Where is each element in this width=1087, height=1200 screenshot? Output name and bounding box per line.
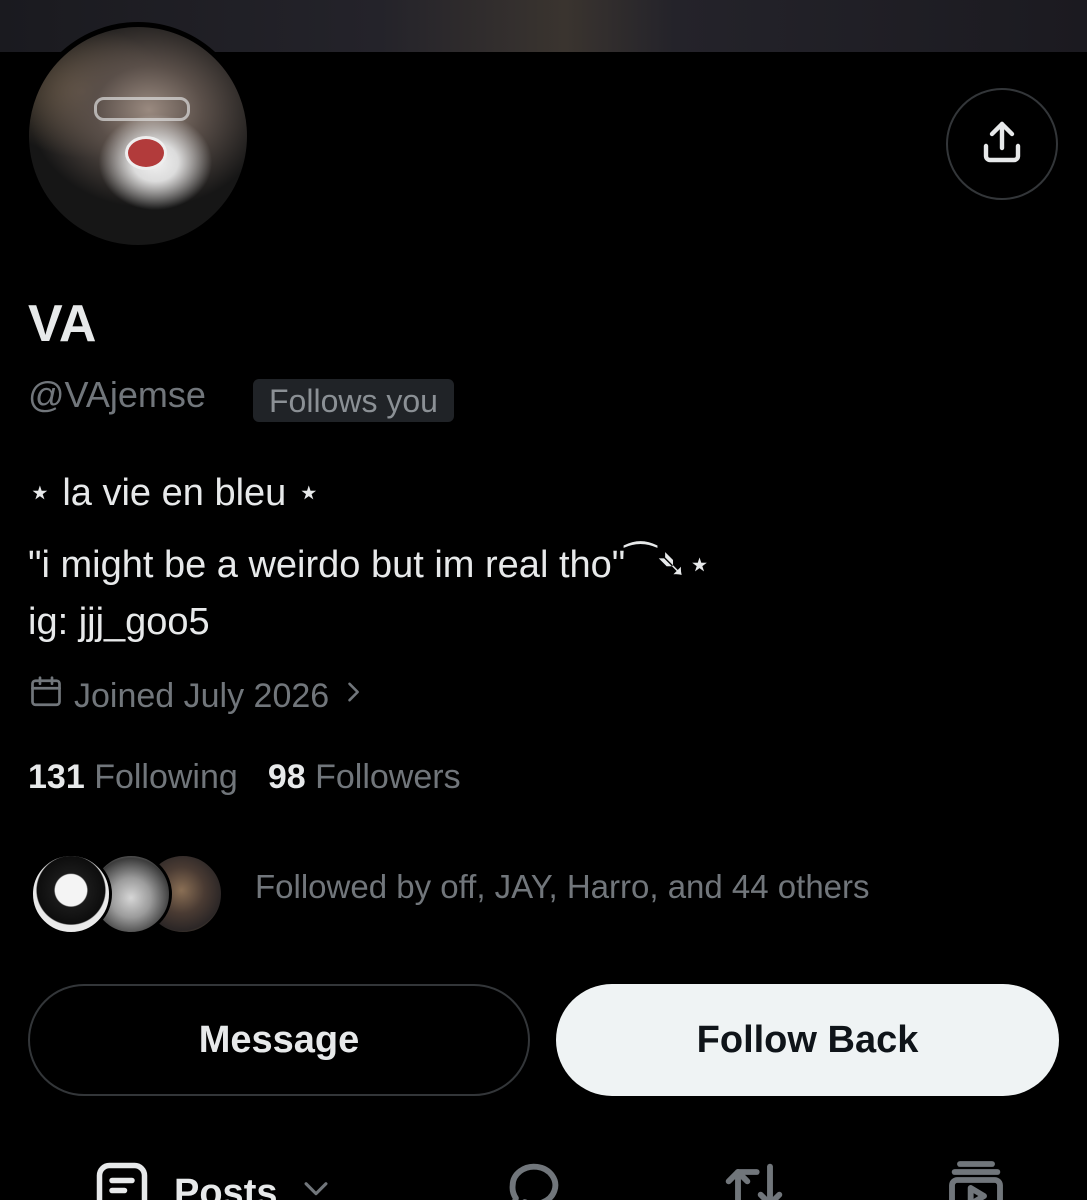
following-link[interactable]: 131 Following <box>28 758 238 797</box>
following-label: Following <box>94 758 238 796</box>
followers-link[interactable]: 98 Followers <box>268 758 461 797</box>
chevron-down-icon <box>299 1171 333 1200</box>
replies-icon[interactable] <box>502 1156 566 1200</box>
share-button[interactable] <box>946 88 1058 200</box>
follow-stats: 131 Following 98 Followers <box>28 758 461 797</box>
bio-line-3: ig: jjj_goo5 <box>28 601 210 643</box>
follower-avatar-off[interactable] <box>30 853 112 935</box>
media-icon[interactable] <box>944 1156 1008 1200</box>
followed-by-text[interactable]: Followed by off, JAY, Harro, and 44 othe… <box>255 868 870 906</box>
follow-back-button[interactable]: Follow Back <box>556 984 1059 1096</box>
avatar-mouth <box>124 136 167 170</box>
avatar-glasses <box>94 96 191 121</box>
following-count: 131 <box>28 758 85 796</box>
share-icon <box>978 118 1026 171</box>
chevron-right-icon <box>339 676 367 717</box>
joined-date-row[interactable]: Joined July 2026 <box>28 674 367 719</box>
follows-you-badge: Follows you <box>253 379 454 422</box>
followers-label: Followers <box>315 758 461 796</box>
profile-avatar[interactable] <box>24 22 252 250</box>
followers-count: 98 <box>267 758 306 796</box>
bio-line-1: ⋆ la vie en bleu ⋆ <box>28 472 321 514</box>
message-button[interactable]: Message <box>28 984 530 1096</box>
posts-icon <box>92 1158 152 1200</box>
profile-handle: @VAjemse <box>28 374 206 415</box>
calendar-icon <box>28 674 64 719</box>
bio-line-2: "i might be a weirdo but im real tho"⁀➴⋆ <box>28 544 712 586</box>
tab-posts-label: Posts <box>174 1171 278 1200</box>
joined-date-label: Joined July 2026 <box>74 677 330 715</box>
profile-tab-bar: Posts <box>0 1150 1087 1200</box>
reposts-icon[interactable] <box>722 1156 786 1200</box>
profile-name: VA <box>28 295 97 353</box>
tab-posts[interactable]: Posts <box>92 1158 333 1200</box>
